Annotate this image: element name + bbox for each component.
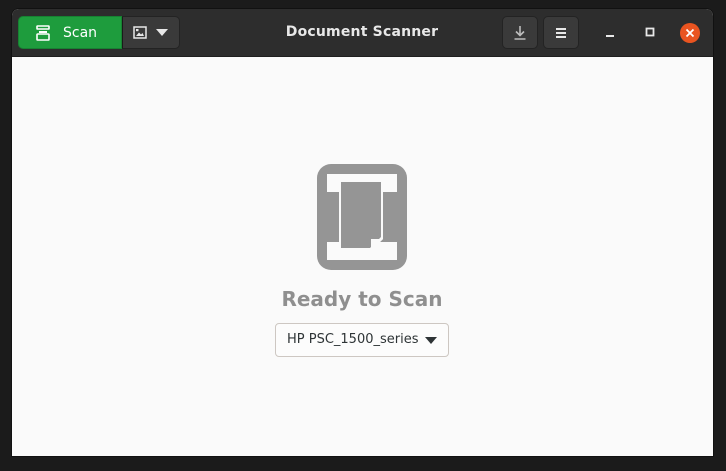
minimize-icon — [606, 35, 614, 37]
maximize-icon — [645, 27, 655, 37]
hamburger-menu-icon — [556, 28, 566, 38]
window-title: Document Scanner — [285, 24, 439, 40]
scan-type-menu-button[interactable] — [122, 16, 180, 49]
scanner-icon — [36, 25, 50, 41]
scan-button[interactable]: Scan — [18, 16, 122, 49]
maximize-button[interactable] — [640, 23, 660, 43]
close-icon — [685, 28, 695, 38]
main-content: Ready to Scan HP PSC_1500_series — [12, 57, 713, 456]
app-window: Scan Document Scanner Ready to Scan HP P… — [12, 9, 713, 456]
main-menu-button[interactable] — [543, 16, 579, 49]
chevron-down-icon — [425, 337, 437, 344]
download-icon — [514, 26, 526, 40]
image-icon — [133, 26, 147, 39]
document-icon — [317, 164, 407, 270]
close-button[interactable] — [680, 23, 700, 43]
header-bar: Scan Document Scanner — [12, 9, 713, 57]
chevron-down-icon — [156, 29, 168, 36]
device-select-value: HP PSC_1500_series — [287, 332, 419, 347]
status-label: Ready to Scan — [281, 287, 443, 311]
save-button[interactable] — [502, 16, 538, 49]
scan-button-label: Scan — [63, 25, 98, 41]
device-select[interactable]: HP PSC_1500_series — [275, 323, 449, 357]
minimize-button[interactable] — [600, 23, 620, 43]
